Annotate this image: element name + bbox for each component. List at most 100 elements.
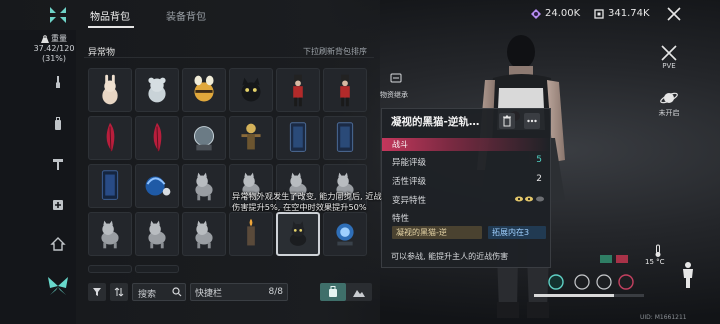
- crystal-icon: [531, 8, 541, 19]
- crossed-swords-icon[interactable]: [659, 44, 679, 62]
- mountain-icon[interactable]: [353, 287, 365, 297]
- cat-figure-icon: [148, 220, 166, 249]
- inventory-slot[interactable]: [229, 68, 273, 112]
- sort-arrows-icon: [114, 287, 124, 297]
- bee-plush-icon: [194, 75, 214, 102]
- inheritance-label: 物资继承: [380, 91, 408, 99]
- crystal-amount: 24.00K: [545, 8, 581, 19]
- search-icon[interactable]: [172, 287, 182, 297]
- red-feather-icon: [153, 122, 162, 152]
- inventory-slot[interactable]: [276, 212, 320, 256]
- inventory-slot[interactable]: [135, 116, 179, 160]
- inventory-slot[interactable]: [276, 116, 320, 160]
- weight-value: 37.42/120: [33, 44, 75, 53]
- weight-percent: (31%): [41, 54, 67, 63]
- tab-equipment-bag[interactable]: 装备背包: [166, 8, 206, 23]
- cat-figure-icon: [195, 220, 213, 249]
- filter-button[interactable]: [88, 283, 106, 301]
- inventory-slot[interactable]: [88, 212, 132, 256]
- wrench-icon[interactable]: [50, 74, 66, 90]
- currency-crystal[interactable]: 24.00K: [531, 8, 580, 19]
- weight-icon: [41, 35, 49, 43]
- temperature-readout: 15 °C: [645, 258, 665, 266]
- weight-indicator: 重量 37.42/120 (31%): [32, 34, 76, 64]
- bear-plush-icon: [148, 77, 166, 103]
- black-cat-plush-icon: [241, 77, 261, 102]
- currency-coin[interactable]: 341.74K: [594, 8, 650, 19]
- inventory-slot[interactable]: [135, 68, 179, 112]
- mutation-eyes-icon: [515, 196, 544, 202]
- cat-figure-icon: [101, 220, 119, 249]
- soldier-figure-icon: [293, 74, 303, 107]
- weight-label: 重量: [51, 34, 67, 43]
- pve-label: PVE: [662, 62, 676, 70]
- skill-slots[interactable]: [548, 274, 644, 290]
- user-id: UID: M1661211: [640, 314, 687, 321]
- item-detail-title: 凝视的黑猫-逆轨…: [391, 116, 480, 128]
- sort-refresh-hint[interactable]: 下拉刷新背包排序: [303, 46, 367, 57]
- inventory-slot[interactable]: [88, 164, 132, 208]
- butterfly-icon[interactable]: [44, 272, 72, 300]
- mirror-icon: [289, 122, 307, 152]
- inventory-slot[interactable]: [182, 164, 226, 208]
- body-status-icon[interactable]: [680, 262, 696, 288]
- inventory-slot[interactable]: [323, 68, 367, 112]
- first-aid-icon[interactable]: [50, 196, 66, 212]
- more-options-button[interactable]: [524, 113, 540, 129]
- delete-button[interactable]: [499, 113, 515, 129]
- trait-chip-expand[interactable]: 拓展内在3: [488, 226, 546, 239]
- inventory-slot[interactable]: [229, 212, 273, 256]
- sort-button[interactable]: [110, 283, 128, 301]
- game-logo-icon[interactable]: [48, 5, 68, 25]
- inventory-slot[interactable]: [323, 116, 367, 160]
- inventory-slot[interactable]: [182, 212, 226, 256]
- item-detail-card: [381, 108, 551, 268]
- tab-item-bag[interactable]: 物品背包: [90, 8, 130, 23]
- red-feather-icon: [106, 122, 115, 152]
- black-cat-figure-icon: [289, 221, 307, 246]
- mirror-icon: [336, 122, 354, 152]
- inventory-slot[interactable]: [229, 116, 273, 160]
- bag-icon: [329, 286, 337, 297]
- candle-icon: [247, 218, 255, 246]
- traits-label: 特性: [392, 214, 410, 224]
- inventory-slot[interactable]: [182, 68, 226, 112]
- planet-icon[interactable]: [659, 88, 679, 108]
- tool-icon[interactable]: [50, 156, 66, 172]
- snow-globe-icon: [193, 126, 215, 151]
- scarecrow-icon: [241, 123, 261, 150]
- inventory-slot[interactable]: [135, 164, 179, 208]
- inventory-slot[interactable]: [276, 68, 320, 112]
- blue-mirror-icon: [101, 170, 119, 200]
- filter-icon: [93, 288, 101, 296]
- active-tab-underline: [88, 26, 134, 28]
- quickbar-label: 快捷栏: [195, 288, 223, 299]
- thermometer-icon: [655, 244, 661, 257]
- search-label: 搜索: [138, 290, 157, 300]
- header-divider: [84, 57, 374, 58]
- status-flags-icon: [600, 255, 628, 263]
- inventory-slot[interactable]: [88, 68, 132, 112]
- blue-orb-icon: [336, 223, 354, 246]
- stamina-bar-fill: [534, 294, 614, 297]
- planet-label: 未开启: [658, 109, 680, 117]
- coin-icon: [594, 8, 604, 19]
- inventory-slot[interactable]: [88, 116, 132, 160]
- inheritance-icon[interactable]: [390, 72, 402, 84]
- home-icon[interactable]: [50, 236, 66, 252]
- grid-slot-partial: [135, 265, 179, 273]
- close-icon[interactable]: [666, 6, 682, 22]
- backpack-icon[interactable]: [50, 116, 66, 132]
- trait-chip-gazing-cat[interactable]: 凝视的黑猫-逆: [392, 226, 482, 239]
- mutation-tooltip: 异常物外观发生了改变, 能力同步后, 近战伤害提升5%, 在空中时效果提升50%: [232, 191, 382, 212]
- trash-icon: [503, 115, 511, 127]
- view-toggle-bag[interactable]: [320, 283, 346, 301]
- inventory-slot[interactable]: [135, 212, 179, 256]
- quickbar-button[interactable]: 快捷栏 8/8: [190, 283, 288, 301]
- inventory-slot[interactable]: [182, 116, 226, 160]
- more-dots-icon: [527, 119, 537, 123]
- ability-rating-value: 5: [536, 155, 542, 165]
- inventory-slot[interactable]: [323, 212, 367, 256]
- soldier-figure-icon: [340, 74, 350, 107]
- cat-figure-icon: [195, 172, 213, 201]
